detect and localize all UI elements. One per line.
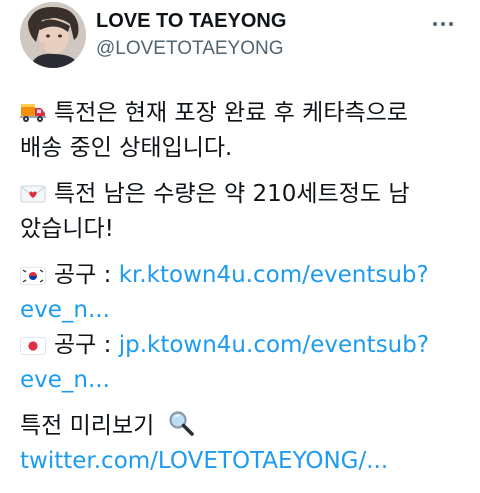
tweet-text: 특전은 현재 포장 완료 후 케타측으로 배송 중인 상태입니다. 특전 남은 …: [20, 96, 470, 479]
kr-ktown4u-link-continued[interactable]: eve_n...: [20, 297, 110, 323]
tweet-paragraph: 공구 : kr.ktown4u.com/eventsub? eve_n...: [20, 262, 429, 323]
japan-flag-icon: [20, 337, 46, 355]
tweet-header: LOVE TO TAEYONG @LOVETOTAEYONG: [0, 0, 480, 92]
delivery-truck-icon: [20, 101, 46, 123]
magnifying-glass-icon: [168, 410, 194, 436]
twitter-status-link[interactable]: twitter.com/LOVETOTAEYONG/...: [20, 448, 388, 474]
author-display-name[interactable]: LOVE TO TAEYONG: [96, 10, 286, 33]
kr-ktown4u-link[interactable]: kr.ktown4u.com/eventsub?: [119, 262, 429, 288]
tweet-paragraph: 특전 미리보기 twitter.com/LOVETOTAEYONG/...: [20, 409, 470, 479]
love-letter-icon: [20, 184, 46, 204]
tweet-paragraph: 공구 : jp.ktown4u.com/eventsub? eve_n...: [20, 332, 430, 393]
south-korea-flag-icon: [20, 267, 46, 285]
jp-ktown4u-link-continued[interactable]: eve_n...: [20, 367, 110, 393]
author-handle[interactable]: @LOVETOTAEYONG: [96, 38, 284, 60]
more-options-icon[interactable]: [426, 14, 460, 34]
jp-ktown4u-link[interactable]: jp.ktown4u.com/eventsub?: [119, 332, 429, 358]
tweet-paragraph: 특전 남은 수량은 약 210세트정도 남 았습니다!: [20, 181, 410, 242]
avatar[interactable]: [20, 2, 86, 68]
tweet-paragraph: 특전은 현재 포장 완료 후 케타측으로 배송 중인 상태입니다.: [20, 100, 408, 161]
